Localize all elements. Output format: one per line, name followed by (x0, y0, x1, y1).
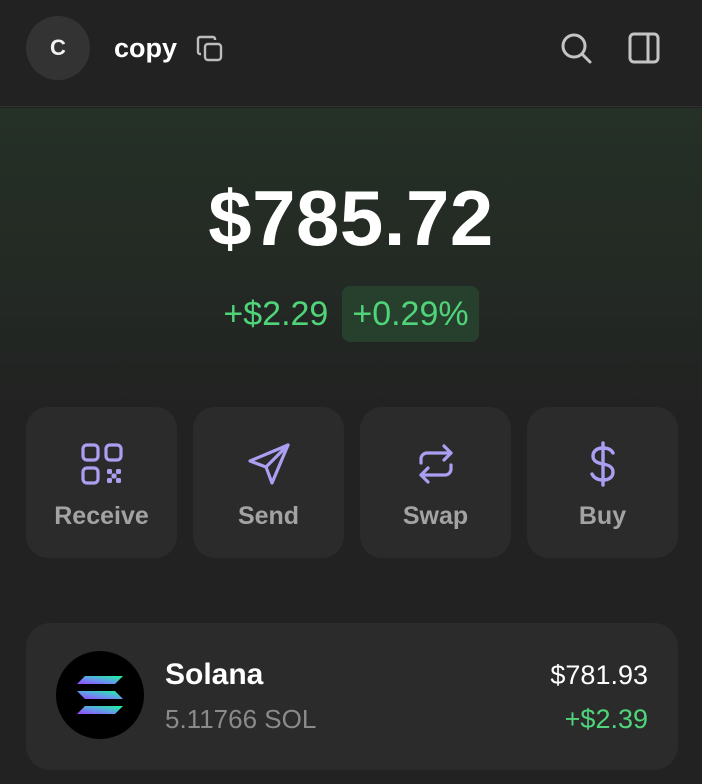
send-icon (247, 443, 290, 485)
account-avatar[interactable]: C (26, 16, 90, 80)
token-amount: 5.11766 SOL (165, 704, 317, 734)
token-value: $781.93 (550, 660, 648, 690)
account-name[interactable]: copy (114, 30, 177, 66)
copy-icon[interactable] (195, 34, 225, 64)
token-name: Solana (165, 658, 264, 691)
balance-change-value: +$2.29 (223, 295, 329, 333)
solana-bars-icon (77, 676, 123, 714)
buy-label: Buy (578, 502, 627, 530)
token-change: +$2.39 (564, 704, 648, 734)
send-button[interactable]: Send (193, 407, 344, 558)
side-panel-icon[interactable] (626, 30, 662, 66)
receive-label: Receive (54, 502, 149, 530)
swap-label: Swap (402, 502, 469, 530)
avatar-initial: C (50, 35, 66, 60)
swap-button[interactable]: Swap (360, 407, 511, 558)
send-label: Send (237, 502, 300, 530)
wallet-app: C copy $785.72 +$2.29 +0.29% Receive Sen… (0, 0, 702, 784)
header: C copy (0, 0, 702, 107)
buy-button[interactable]: Buy (527, 407, 678, 558)
swap-icon (418, 444, 453, 484)
action-buttons: Receive Send Swap Buy (26, 407, 678, 558)
total-balance: $785.72 (208, 174, 494, 262)
dollar-icon (589, 441, 615, 487)
receive-button[interactable]: Receive (26, 407, 177, 558)
balance-change-percent-badge: +0.29% (342, 286, 479, 342)
token-row-solana[interactable]: Solana 5.11766 SOL $781.93 +$2.39 (26, 623, 678, 770)
search-icon[interactable] (558, 30, 594, 66)
solana-logo-icon (56, 651, 144, 739)
qr-code-icon (80, 443, 123, 485)
balance-change-row: +$2.29 +0.29% (0, 286, 702, 342)
